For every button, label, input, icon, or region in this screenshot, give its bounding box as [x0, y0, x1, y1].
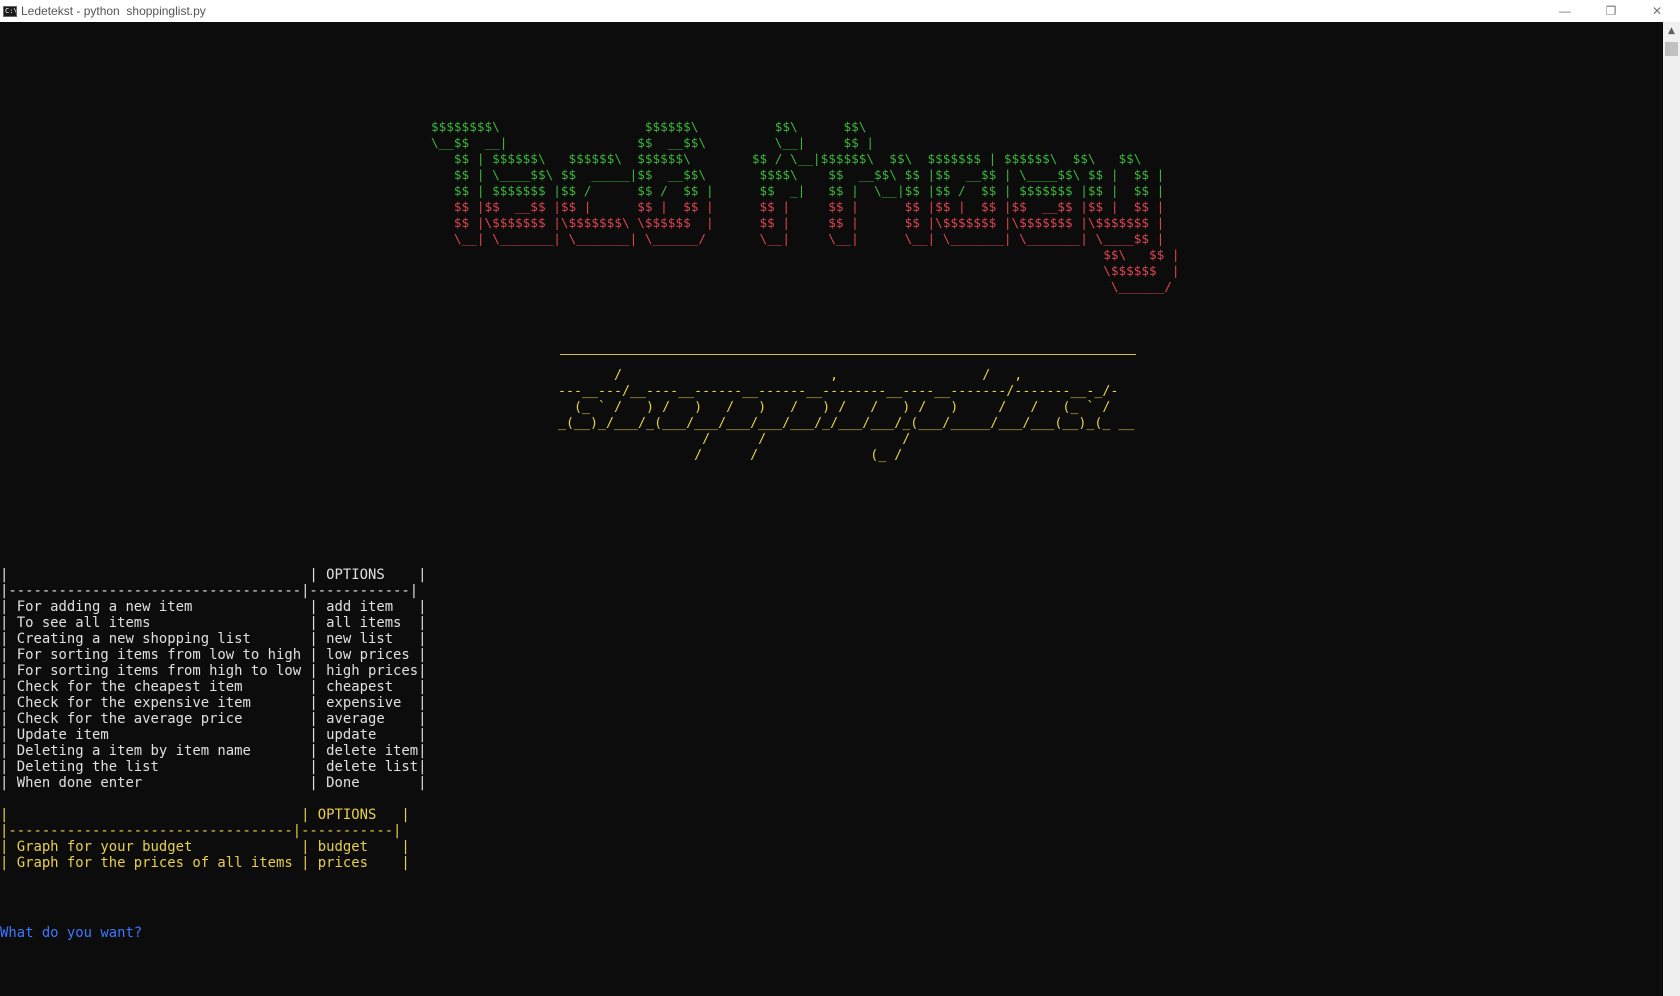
banner-line: $$ | $$$$$$\ $$$$$$\ $$$$$$\ $$ / \__|$$…	[431, 151, 1142, 166]
title-bar[interactable]: C:\ Ledetekst - python shoppinglist.py —…	[0, 0, 1680, 22]
input-prompt[interactable]: What do you want?	[0, 925, 142, 941]
banner-line: \__$$ __| $$ __$$\ \__| $$ |	[431, 135, 875, 150]
graph-options-table: | | OPTIONS | |--------------------------…	[0, 807, 410, 871]
window-controls: — ❐ ✕	[1542, 0, 1680, 22]
table-row: | To see all items | all items |	[0, 615, 427, 631]
table-row: | For sorting items from high to low | h…	[0, 663, 427, 679]
table-separator: |-----------------------------------|---…	[0, 583, 419, 599]
table-row: | Creating a new shopping list | new lis…	[0, 631, 427, 647]
table-row: | Update item | update |	[0, 727, 427, 743]
table-row: | Check for the average price | average …	[0, 711, 427, 727]
table-row: | Deleting the list | delete list|	[0, 759, 427, 775]
cmd-icon: C:\	[3, 5, 17, 17]
console-output[interactable]: $$$$$$$$\ $$$$$$\ $$\ $$\ \__$$ __| $$ __…	[0, 22, 1663, 996]
banner-line: $$ |\$$$$$$$ |\$$$$$$$\ \$$$$$$ | $$ | $…	[431, 215, 1165, 230]
banner-line: $$ |$$ __$$ |$$ | $$ | $$ | $$ | $$ | $$…	[431, 199, 1165, 214]
table-row: | When done enter | Done |	[0, 775, 427, 791]
banner-line: $$\ $$ |	[431, 247, 1180, 262]
banner-line: $$ | \____$$\ $$ _____|$$ __$$\ $$$$\ $$…	[431, 167, 1165, 182]
banner-line: \$$$$$$ |	[431, 263, 1180, 278]
table-row: | Graph for your budget | budget |	[0, 839, 410, 855]
scrollbar-thumb[interactable]	[1665, 42, 1678, 56]
ascii-banner: $$$$$$$$\ $$$$$$\ $$\ $$\ \__$$ __| $$ __…	[431, 119, 1180, 295]
title-rule	[560, 354, 1136, 355]
banner-line: $$ | $$$$$$$ |$$ / $$ / $$ | $$ _| $$ | …	[431, 183, 1165, 198]
table-header: | | OPTIONS |	[0, 567, 427, 583]
console-window: C:\ Ledetekst - python shoppinglist.py —…	[0, 0, 1680, 996]
table-row: | Deleting a item by item name | delete …	[0, 743, 427, 759]
minimize-button[interactable]: —	[1542, 0, 1588, 22]
table-separator: |----------------------------------|----…	[0, 823, 402, 839]
subtitle-line: / / /	[558, 432, 911, 447]
subtitle-line: _(__)_/___/_(___/___/___/___/___/_/___/_…	[558, 416, 1135, 431]
table-row: | Graph for the prices of all items | pr…	[0, 855, 410, 871]
table-row: | For sorting items from low to high | l…	[0, 647, 427, 663]
close-button[interactable]: ✕	[1634, 0, 1680, 22]
ascii-subtitle: / , / , ---__---/__----__------__------__…	[558, 368, 1134, 464]
banner-line: \______/	[431, 279, 1172, 294]
table-row: | Check for the cheapest item | cheapest…	[0, 679, 427, 695]
options-table: | | OPTIONS | |--------------------------…	[0, 567, 427, 791]
scroll-up-arrow-icon[interactable]: ▲	[1663, 22, 1680, 39]
subtitle-line: ---__---/__----__------__------__-------…	[558, 384, 1119, 399]
table-header: | | OPTIONS |	[0, 807, 410, 823]
subtitle-line: / , / ,	[558, 368, 1023, 383]
restore-button[interactable]: ❐	[1588, 0, 1634, 22]
table-row: | Check for the expensive item | expensi…	[0, 695, 427, 711]
table-row: | For adding a new item | add item |	[0, 599, 427, 615]
vertical-scrollbar[interactable]: ▲	[1663, 22, 1680, 996]
banner-line: $$$$$$$$\ $$$$$$\ $$\ $$\	[431, 119, 867, 134]
subtitle-line: / / (_ /	[558, 448, 903, 463]
banner-line: \__| \_______| \_______| \______/ \__| \…	[431, 231, 1165, 246]
subtitle-line: (_ ` / ) / ) / ) / ) / / ) / ) / / (_ ` …	[558, 400, 1111, 415]
window-title: Ledetekst - python shoppinglist.py	[21, 4, 206, 18]
